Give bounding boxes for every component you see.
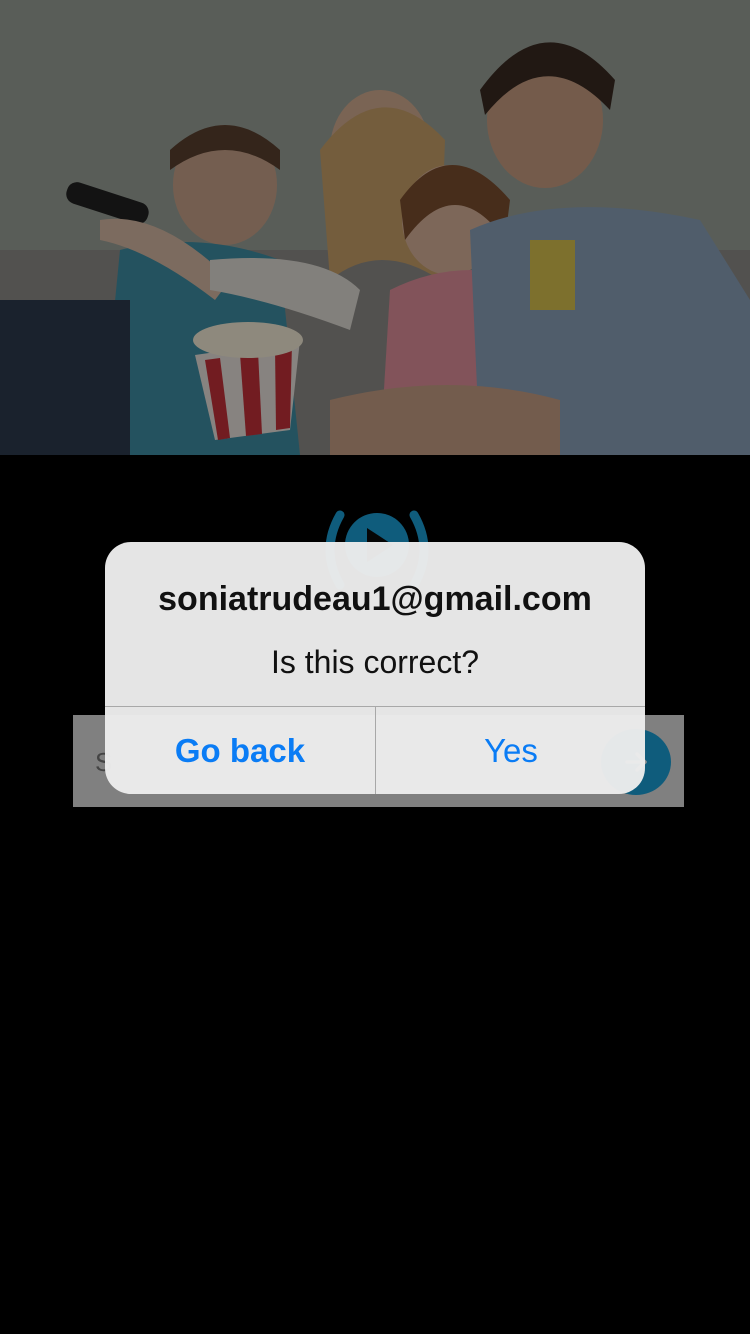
yes-button[interactable]: Yes (376, 707, 645, 794)
alert-title: soniatrudeau1@gmail.com (158, 580, 592, 618)
alert-message: Is this correct? (270, 644, 480, 680)
go-back-button[interactable]: Go back (105, 707, 375, 794)
confirm-email-alert: soniatrudeau1@gmail.com Is this correct?… (105, 542, 645, 794)
